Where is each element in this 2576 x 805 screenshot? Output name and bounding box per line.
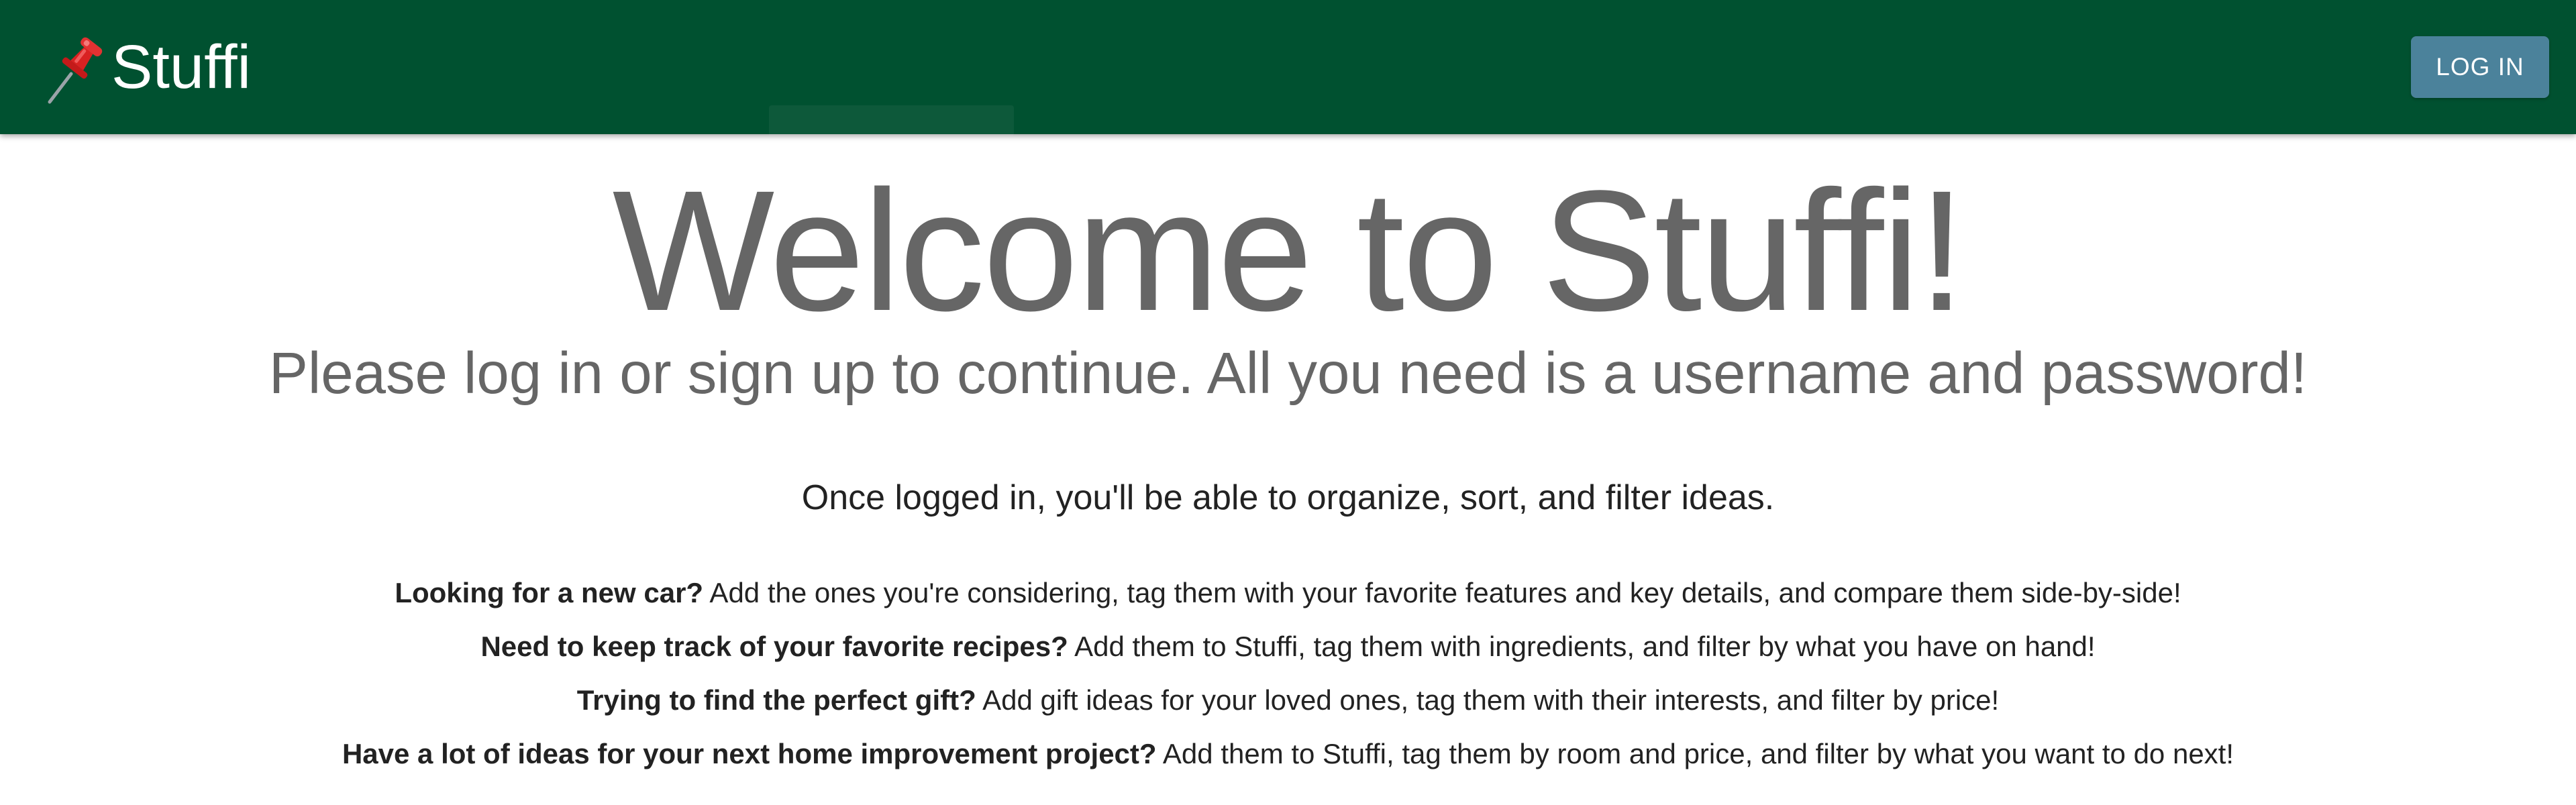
tooltip-shadow bbox=[769, 105, 1014, 136]
feature-heading: Trying to find the perfect gift? bbox=[576, 684, 976, 716]
pushpin-icon bbox=[48, 37, 103, 104]
feature-text: Add the ones you're considering, tag the… bbox=[703, 577, 2181, 608]
feature-text: Add gift ideas for your loved ones, tag … bbox=[976, 684, 2000, 716]
feature-heading: Need to keep track of your favorite reci… bbox=[480, 631, 1068, 662]
feature-home-improvement: Have a lot of ideas for your next home i… bbox=[0, 738, 2576, 770]
feature-heading: Looking for a new car? bbox=[395, 577, 704, 608]
feature-recipes: Need to keep track of your favorite reci… bbox=[0, 631, 2576, 663]
feature-heading: Have a lot of ideas for your next home i… bbox=[342, 738, 1157, 769]
brand-link[interactable]: Stuffi bbox=[40, 27, 251, 107]
feature-gift: Trying to find the perfect gift? Add gif… bbox=[0, 684, 2576, 716]
feature-car: Looking for a new car? Add the ones you'… bbox=[0, 577, 2576, 609]
login-button[interactable]: LOG IN bbox=[2411, 36, 2549, 98]
page-subtitle: Please log in or sign up to continue. Al… bbox=[268, 341, 2308, 406]
intro-text: Once logged in, you'll be able to organi… bbox=[801, 478, 1775, 517]
page-title: Welcome to Stuffi! bbox=[612, 155, 1966, 347]
app-bar: Stuffi LOG IN bbox=[0, 0, 2576, 134]
brand-name: Stuffi bbox=[111, 33, 251, 101]
feature-text: Add them to Stuffi, tag them with ingred… bbox=[1068, 631, 2096, 662]
feature-text: Add them to Stuffi, tag them by room and… bbox=[1156, 738, 2234, 769]
